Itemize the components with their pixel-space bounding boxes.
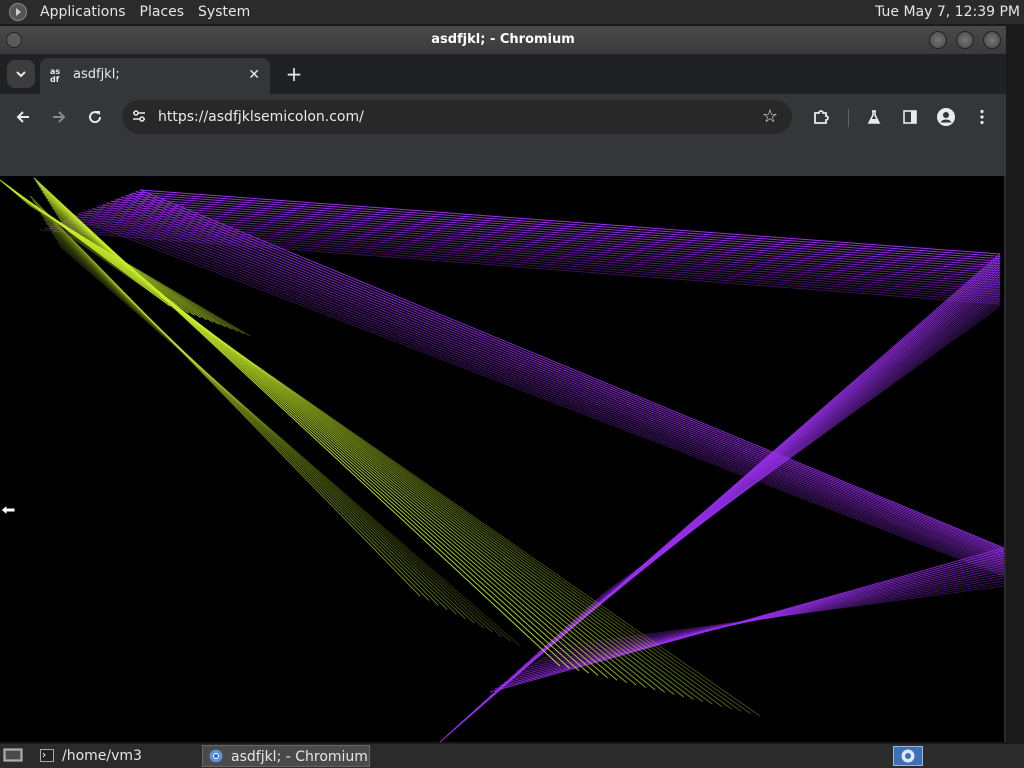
new-tab-button[interactable]: + (283, 60, 305, 88)
line-segment (46, 222, 475, 624)
minimize-button[interactable] (929, 31, 947, 49)
line-segment (67, 232, 751, 715)
kebab-menu-icon (980, 109, 984, 125)
line-segment (87, 210, 1001, 281)
panel-clock[interactable]: Tue May 7, 12:39 PM (875, 0, 1020, 24)
person-icon (937, 108, 955, 126)
forward-button[interactable] (46, 104, 72, 130)
window-title: asdfjkl; - Chromium (431, 32, 575, 47)
tune-icon[interactable] (130, 108, 148, 126)
tab-strip: as df asdfjkl; ✕ + (0, 54, 1006, 94)
menu-places[interactable]: Places (133, 0, 192, 24)
line-art-canvas (0, 177, 1004, 742)
line-segment (51, 231, 494, 633)
chromium-icon (901, 749, 915, 763)
chromium-icon (209, 749, 223, 763)
distro-logo-icon[interactable] (9, 3, 27, 21)
line-segment (97, 206, 1001, 276)
reload-button[interactable] (82, 104, 108, 130)
window-titlebar[interactable]: asdfjkl; - Chromium (0, 26, 1006, 54)
line-segment (78, 214, 1001, 286)
tab-search-button[interactable] (7, 60, 35, 88)
line-segment (48, 227, 484, 629)
extensions-button[interactable] (808, 104, 834, 130)
taskbar-item-chromium[interactable]: asdfjkl; - Chromium (202, 745, 370, 767)
resize-cursor-icon (0, 503, 16, 517)
toolbar-separator (848, 109, 849, 127)
bottom-panel: /home/vm3 asdfjkl; - Chromium (0, 744, 1024, 768)
line-segment (59, 245, 521, 647)
browser-toolbar: https://asdfjklsemicolon.com/ ☆ (0, 94, 1006, 140)
url-text[interactable]: https://asdfjklsemicolon.com/ (158, 100, 364, 134)
address-bar[interactable]: https://asdfjklsemicolon.com/ ☆ (122, 100, 792, 134)
arrow-left-icon (16, 111, 29, 123)
top-panel: Applications Places System Tue May 7, 12… (0, 0, 1024, 24)
reload-icon (89, 111, 102, 124)
maximize-button[interactable] (956, 31, 974, 49)
terminal-icon (40, 749, 54, 762)
tab-favicon: as df (50, 67, 61, 84)
line-fan (489, 547, 1004, 693)
flask-icon (867, 110, 881, 124)
line-fan (439, 253, 1001, 742)
workspace-switcher[interactable] (893, 746, 923, 766)
taskbar-item-terminal[interactable]: /home/vm3 (34, 745, 196, 767)
line-fan (69, 189, 1004, 577)
line-segment (80, 211, 1004, 573)
show-desktop-button[interactable] (0, 745, 28, 767)
arrow-right-icon (53, 111, 66, 123)
side-panel-icon (903, 110, 917, 124)
menu-system[interactable]: System (191, 0, 257, 24)
page-canvas[interactable] (0, 176, 1004, 742)
line-segment (32, 200, 430, 601)
profile-button[interactable] (933, 104, 959, 130)
panel-menu: Applications Places System (0, 0, 257, 24)
taskbar-item-label: asdfjkl; - Chromium (231, 749, 368, 765)
line-fan (29, 195, 521, 647)
taskbar-item-label: /home/vm3 (62, 748, 142, 764)
close-window-button[interactable] (983, 31, 1001, 49)
line-segment (43, 218, 466, 620)
back-button[interactable] (10, 104, 36, 130)
tab-close-button[interactable]: ✕ (248, 58, 260, 92)
side-panel-button[interactable] (897, 104, 923, 130)
labs-button[interactable] (861, 104, 887, 130)
tab-active[interactable]: as df asdfjkl; ✕ (40, 58, 270, 94)
browser-window: asdfjkl; - Chromium as df asdfjkl; ✕ + h… (0, 26, 1006, 742)
desktop-icon (3, 748, 23, 762)
puzzle-icon (814, 110, 829, 124)
chevron-down-icon (16, 71, 26, 78)
bookmarks-bar (0, 140, 1006, 177)
menu-button[interactable] (969, 104, 995, 130)
line-segment (29, 195, 421, 597)
star-icon[interactable]: ☆ (762, 100, 778, 134)
line-segment (69, 235, 761, 717)
line-segment (599, 305, 1001, 597)
tab-title: asdfjkl; (73, 67, 120, 82)
menu-applications[interactable]: Applications (33, 0, 133, 24)
